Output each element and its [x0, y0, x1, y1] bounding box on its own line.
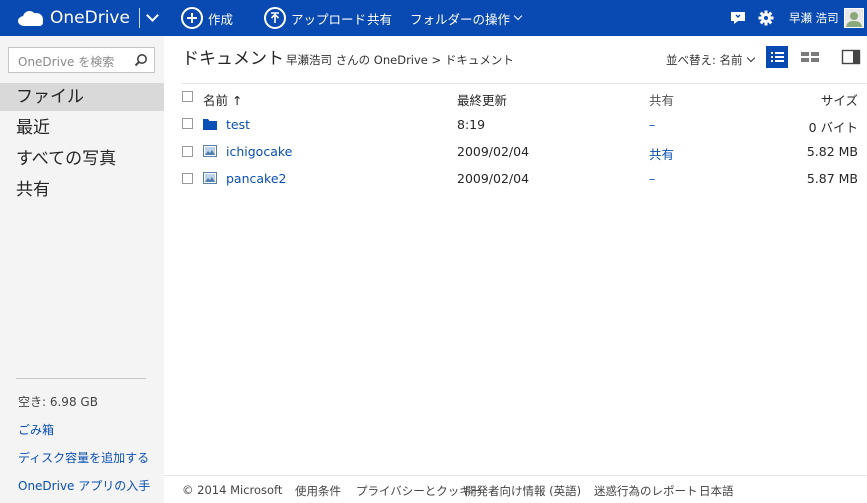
chevron-down-icon	[746, 53, 755, 63]
file-name[interactable]: ichigocake	[226, 144, 292, 159]
column-header-size[interactable]: サイズ	[760, 90, 858, 109]
file-shared: –	[649, 171, 656, 186]
search-icon[interactable]	[134, 53, 148, 67]
top-bar: OneDrive 作成 アップロード 共有 フォルダーの操作 早瀬 浩司	[0, 0, 867, 36]
search-input[interactable]: OneDrive を検索	[18, 53, 114, 70]
settings-button[interactable]	[758, 0, 774, 36]
folder-icon	[203, 119, 217, 130]
column-header-shared[interactable]: 共有	[649, 90, 674, 109]
app-launcher-chevron-icon[interactable]	[146, 9, 159, 22]
sidebar-item-shared[interactable]: 共有	[0, 176, 164, 204]
file-name[interactable]: pancake2	[226, 171, 287, 186]
file-shared[interactable]: 共有	[649, 144, 674, 163]
storage-available: 空き: 6.98 GB	[18, 395, 98, 409]
file-size: 0 バイト	[808, 120, 858, 135]
sort-label: 並べ替え: 名前	[666, 53, 743, 67]
details-pane-button[interactable]	[840, 46, 862, 68]
row-checkbox[interactable]	[182, 173, 193, 184]
plus-icon	[181, 7, 203, 29]
file-size: 5.82 MB	[806, 144, 858, 159]
breadcrumb[interactable]: 早瀬浩司 さんの OneDrive > ドキュメント	[286, 52, 514, 68]
search-box[interactable]: OneDrive を検索	[8, 47, 155, 73]
share-label: 共有	[367, 11, 393, 27]
row-checkbox[interactable]	[182, 146, 193, 157]
file-modified: 8:19	[457, 117, 486, 132]
column-header-modified[interactable]: 最終更新	[457, 90, 507, 109]
report-abuse-link[interactable]: 迷惑行為のレポート	[594, 483, 698, 499]
list-view-button[interactable]	[766, 46, 788, 68]
sidebar-item-files[interactable]: ファイル	[0, 83, 164, 111]
brand-divider	[138, 8, 140, 28]
brand[interactable]: OneDrive	[18, 0, 159, 36]
sort-dropdown[interactable]: 並べ替え: 名前	[666, 52, 755, 68]
developers-link[interactable]: 開発者向け情報 (英語)	[465, 483, 581, 499]
header-divider	[182, 83, 867, 84]
get-apps-link[interactable]: OneDrive アプリの入手	[18, 477, 150, 494]
create-label: 作成	[208, 11, 234, 27]
chat-icon	[731, 12, 745, 24]
avatar[interactable]	[844, 8, 864, 28]
file-name[interactable]: test	[226, 117, 250, 132]
details-pane-icon	[841, 49, 861, 65]
nav-divider	[16, 378, 146, 379]
select-all-checkbox[interactable]	[182, 91, 193, 102]
share-button[interactable]: 共有	[367, 0, 392, 36]
add-storage-link[interactable]: ディスク容量を追加する	[18, 449, 149, 466]
thumbnail-view-icon	[801, 52, 819, 62]
upload-icon	[264, 7, 286, 29]
chevron-down-icon	[513, 11, 523, 21]
footer: © 2014 Microsoft 使用条件 プライバシーとクッキー 開発者向け情…	[164, 475, 867, 503]
thumbnail-view-button[interactable]	[799, 46, 821, 68]
file-size: 5.87 MB	[806, 171, 858, 186]
create-button[interactable]: 作成	[181, 0, 233, 36]
notifications-button[interactable]	[730, 0, 746, 36]
sidebar-item-photos[interactable]: すべての写真	[0, 145, 164, 173]
privacy-link[interactable]: プライバシーとクッキー	[356, 483, 482, 499]
image-file-icon	[203, 145, 217, 157]
upload-label: アップロード	[291, 11, 367, 27]
copyright: © 2014 Microsoft	[182, 483, 283, 497]
row-checkbox[interactable]	[182, 118, 193, 129]
terms-link[interactable]: 使用条件	[295, 483, 341, 499]
column-header-name[interactable]: 名前 ↑	[203, 90, 242, 109]
file-shared: –	[649, 117, 656, 132]
brand-name: OneDrive	[50, 8, 130, 28]
file-modified: 2009/02/04	[457, 171, 530, 186]
page-title: ドキュメント	[182, 49, 284, 69]
image-file-icon	[203, 172, 217, 184]
sidebar-item-recent[interactable]: 最近	[0, 114, 164, 142]
left-nav: OneDrive を検索 ファイル 最近 すべての写真 共有 空き: 6.98 …	[0, 36, 164, 503]
gear-icon	[758, 10, 774, 26]
language-link[interactable]: 日本語	[699, 483, 734, 499]
user-name[interactable]: 早瀬 浩司	[789, 0, 839, 36]
cloud-logo-icon	[18, 10, 45, 26]
upload-button[interactable]: アップロード	[264, 0, 366, 36]
folder-actions-button[interactable]: フォルダーの操作	[410, 0, 523, 36]
file-modified: 2009/02/04	[457, 144, 530, 159]
recycle-bin-link[interactable]: ごみ箱	[18, 421, 54, 438]
list-view-icon	[771, 52, 784, 62]
folder-actions-label: フォルダーの操作	[410, 11, 511, 27]
